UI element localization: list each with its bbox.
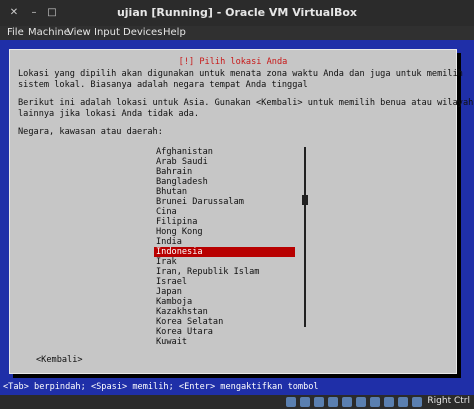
list-item[interactable]: Bahrain	[154, 167, 295, 177]
list-item[interactable]: Irak	[154, 257, 295, 267]
country-prompt: Negara, kawasan atau daerah:	[18, 127, 163, 137]
menu-file[interactable]: File	[7, 27, 24, 38]
list-item[interactable]: Korea Utara	[154, 327, 295, 337]
shared-folders-icon[interactable]	[356, 397, 366, 407]
menu-help[interactable]: Help	[163, 27, 186, 38]
list-item[interactable]: Cina	[154, 207, 295, 217]
scrollbar-track	[304, 147, 306, 327]
description-line-2: sistem lokal. Biasanya adalah negara tem…	[18, 79, 308, 90]
menu-devices[interactable]: Devices	[123, 27, 162, 38]
dialog-title: [!] Pilih lokasi Anda	[176, 57, 290, 67]
location-dialog: [!] Pilih lokasi Anda Lokasi yang dipili…	[9, 49, 473, 374]
list-item[interactable]: Afghanistan	[154, 147, 295, 157]
list-item[interactable]: Japan	[154, 287, 295, 297]
description-line-1: Lokasi yang dipilih akan digunakan untuk…	[18, 69, 463, 79]
usb-icon[interactable]	[342, 397, 352, 407]
back-button[interactable]: <Kembali>	[36, 355, 83, 365]
list-item[interactable]: Korea Selatan	[154, 317, 295, 327]
hard-disk-icon[interactable]	[286, 397, 296, 407]
recording-icon[interactable]	[384, 397, 394, 407]
list-item[interactable]: Israel	[154, 277, 295, 287]
list-item[interactable]: Arab Saudi	[154, 157, 295, 167]
mouse-integration-icon[interactable]	[412, 397, 422, 407]
menu-input[interactable]: Input	[94, 27, 120, 38]
display-icon[interactable]	[370, 397, 380, 407]
info-line-1: Berikut ini adalah lokasi untuk Asia. Gu…	[18, 98, 474, 108]
vbox-statusbar: Right Ctrl	[0, 395, 474, 409]
list-item[interactable]: Kazakhstan	[154, 307, 295, 317]
network-icon[interactable]	[328, 397, 338, 407]
list-item[interactable]: Filipina	[154, 217, 295, 227]
list-item[interactable]: Kuwait	[154, 337, 295, 347]
list-scrollbar[interactable]	[302, 147, 308, 327]
menu-machine[interactable]: Machine	[28, 27, 70, 38]
scrollbar-thumb[interactable]	[302, 195, 308, 205]
window-title: ujian [Running] - Oracle VM VirtualBox	[116, 6, 358, 19]
list-item[interactable]: Bangladesh	[154, 177, 295, 187]
window-titlebar: ✕ – □ ujian [Running] - Oracle VM Virtua…	[0, 0, 474, 26]
info-line-2: lainnya jika lokasi Anda tidak ada.	[18, 108, 200, 119]
country-list[interactable]: Afghanistan Arab Saudi Bahrain Banglades…	[154, 147, 304, 347]
list-item-selected[interactable]: Indonesia	[154, 247, 295, 257]
list-item[interactable]: Kamboja	[154, 297, 295, 307]
optical-drive-icon[interactable]	[300, 397, 310, 407]
menubar: File Machine View Input Devices Help	[0, 26, 474, 40]
menu-view[interactable]: View	[67, 27, 91, 38]
vm-screen[interactable]: [!] Pilih lokasi Anda Lokasi yang dipili…	[0, 40, 474, 395]
list-item[interactable]: Bhutan	[154, 187, 295, 197]
list-item[interactable]: India	[154, 237, 295, 247]
audio-icon[interactable]	[314, 397, 324, 407]
list-item[interactable]: Iran, Republik Islam	[154, 267, 295, 277]
list-item[interactable]: Brunei Darussalam	[154, 197, 295, 207]
keyboard-hint-bar: <Tab> berpindah; <Spasi> memilih; <Enter…	[0, 380, 474, 394]
list-item[interactable]: Hong Kong	[154, 227, 295, 237]
host-key-label: Right Ctrl	[427, 396, 470, 406]
cpu-icon[interactable]	[398, 397, 408, 407]
